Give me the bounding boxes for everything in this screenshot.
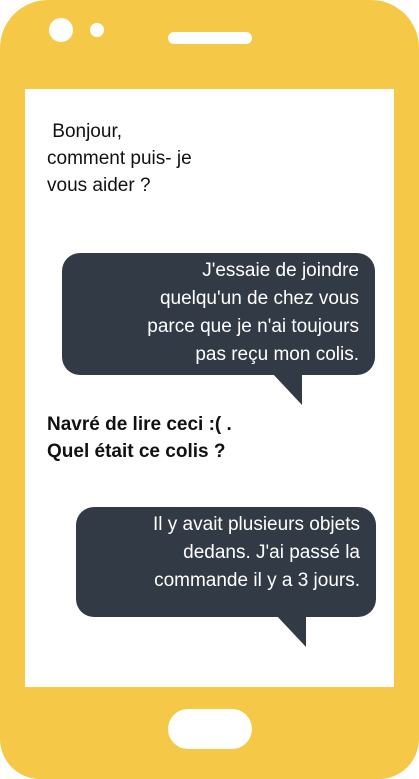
phone-frame: Bonjour, comment puis- je vous aider ? J… xyxy=(0,0,419,779)
sensor-icon xyxy=(90,23,104,37)
front-camera-icon xyxy=(49,18,73,42)
outgoing-message-bubble: Il y avait plusieurs objets dedans. J'ai… xyxy=(76,507,376,617)
bubble-tail xyxy=(276,615,306,647)
incoming-message: Bonjour, comment puis- je vous aider ? xyxy=(47,121,192,196)
home-button[interactable] xyxy=(168,709,252,749)
bubble-tail xyxy=(272,373,302,405)
outgoing-message-bubble: J'essaie de joindre quelqu'un de chez vo… xyxy=(62,253,375,375)
incoming-message: Navré de lire ceci :( . Quel était ce co… xyxy=(47,414,232,462)
speaker-grille xyxy=(168,32,252,44)
